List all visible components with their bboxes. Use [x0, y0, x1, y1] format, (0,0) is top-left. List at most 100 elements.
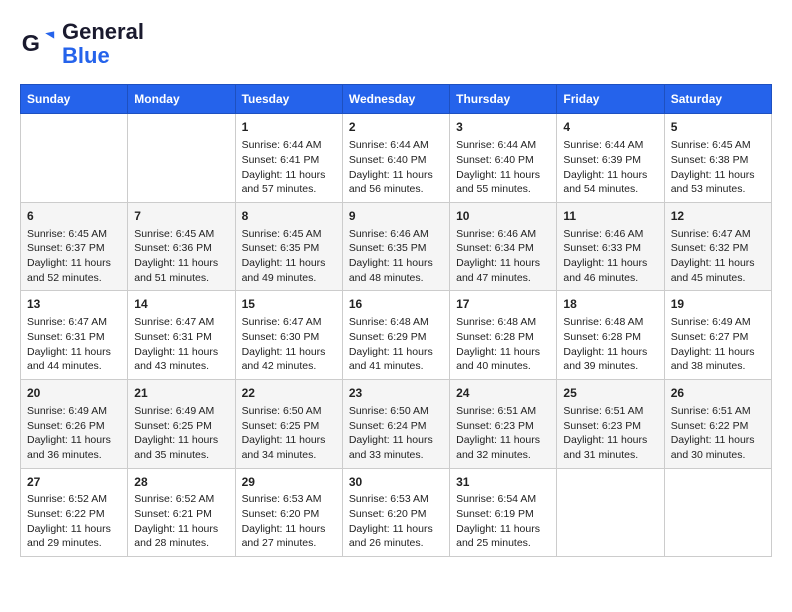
- day-number: 13: [27, 296, 121, 313]
- weekday-header: Thursday: [450, 85, 557, 114]
- calendar-cell: 10Sunrise: 6:46 AMSunset: 6:34 PMDayligh…: [450, 202, 557, 291]
- day-number: 30: [349, 474, 443, 491]
- calendar-week-row: 27Sunrise: 6:52 AMSunset: 6:22 PMDayligh…: [21, 468, 772, 557]
- cell-info: Daylight: 11 hours and 41 minutes.: [349, 345, 443, 374]
- calendar-cell: 9Sunrise: 6:46 AMSunset: 6:35 PMDaylight…: [342, 202, 449, 291]
- day-number: 7: [134, 208, 228, 225]
- cell-info: Daylight: 11 hours and 36 minutes.: [27, 433, 121, 462]
- cell-info: Daylight: 11 hours and 26 minutes.: [349, 522, 443, 551]
- day-number: 16: [349, 296, 443, 313]
- cell-info: Sunset: 6:20 PM: [349, 507, 443, 522]
- cell-info: Sunrise: 6:44 AM: [242, 138, 336, 153]
- calendar-cell: 18Sunrise: 6:48 AMSunset: 6:28 PMDayligh…: [557, 291, 664, 380]
- calendar-cell: 27Sunrise: 6:52 AMSunset: 6:22 PMDayligh…: [21, 468, 128, 557]
- weekday-header: Friday: [557, 85, 664, 114]
- day-number: 5: [671, 119, 765, 136]
- cell-info: Sunset: 6:27 PM: [671, 330, 765, 345]
- calendar-cell: 14Sunrise: 6:47 AMSunset: 6:31 PMDayligh…: [128, 291, 235, 380]
- cell-info: Sunset: 6:25 PM: [134, 419, 228, 434]
- cell-info: Sunset: 6:40 PM: [456, 153, 550, 168]
- cell-info: Sunrise: 6:44 AM: [456, 138, 550, 153]
- day-number: 6: [27, 208, 121, 225]
- day-number: 15: [242, 296, 336, 313]
- calendar-cell: 29Sunrise: 6:53 AMSunset: 6:20 PMDayligh…: [235, 468, 342, 557]
- cell-info: Sunset: 6:24 PM: [349, 419, 443, 434]
- calendar-cell: [664, 468, 771, 557]
- cell-info: Sunrise: 6:48 AM: [349, 315, 443, 330]
- calendar-cell: 23Sunrise: 6:50 AMSunset: 6:24 PMDayligh…: [342, 380, 449, 469]
- cell-info: Sunrise: 6:49 AM: [671, 315, 765, 330]
- day-number: 25: [563, 385, 657, 402]
- cell-info: Daylight: 11 hours and 48 minutes.: [349, 256, 443, 285]
- weekday-header: Saturday: [664, 85, 771, 114]
- cell-info: Sunset: 6:26 PM: [27, 419, 121, 434]
- cell-info: Sunrise: 6:48 AM: [456, 315, 550, 330]
- cell-info: Sunrise: 6:45 AM: [671, 138, 765, 153]
- calendar-cell: 19Sunrise: 6:49 AMSunset: 6:27 PMDayligh…: [664, 291, 771, 380]
- cell-info: Daylight: 11 hours and 29 minutes.: [27, 522, 121, 551]
- calendar-cell: 11Sunrise: 6:46 AMSunset: 6:33 PMDayligh…: [557, 202, 664, 291]
- cell-info: Daylight: 11 hours and 47 minutes.: [456, 256, 550, 285]
- cell-info: Sunrise: 6:44 AM: [349, 138, 443, 153]
- calendar-cell: 15Sunrise: 6:47 AMSunset: 6:30 PMDayligh…: [235, 291, 342, 380]
- calendar-cell: 2Sunrise: 6:44 AMSunset: 6:40 PMDaylight…: [342, 114, 449, 203]
- calendar-week-row: 20Sunrise: 6:49 AMSunset: 6:26 PMDayligh…: [21, 380, 772, 469]
- day-number: 3: [456, 119, 550, 136]
- cell-info: Sunset: 6:29 PM: [349, 330, 443, 345]
- calendar-cell: 20 Sunrise: 6:49 AMSunset: 6:26 PMDayligh…: [21, 380, 128, 469]
- cell-info: Sunrise: 6:53 AM: [242, 492, 336, 507]
- calendar-cell: 17Sunrise: 6:48 AMSunset: 6:28 PMDayligh…: [450, 291, 557, 380]
- calendar-week-row: 13Sunrise: 6:47 AMSunset: 6:31 PMDayligh…: [21, 291, 772, 380]
- day-number: 29: [242, 474, 336, 491]
- calendar-week-row: 1Sunrise: 6:44 AMSunset: 6:41 PMDaylight…: [21, 114, 772, 203]
- day-number: 12: [671, 208, 765, 225]
- cell-info: Daylight: 11 hours and 54 minutes.: [563, 168, 657, 197]
- calendar-cell: 8Sunrise: 6:45 AMSunset: 6:35 PMDaylight…: [235, 202, 342, 291]
- cell-info: Sunset: 6:33 PM: [563, 241, 657, 256]
- calendar-cell: 26Sunrise: 6:51 AMSunset: 6:22 PMDayligh…: [664, 380, 771, 469]
- cell-info: Sunrise: 6:48 AM: [563, 315, 657, 330]
- cell-info: Daylight: 11 hours and 40 minutes.: [456, 345, 550, 374]
- day-number: 14: [134, 296, 228, 313]
- day-number: 1: [242, 119, 336, 136]
- cell-info: Sunrise: 6:50 AM: [242, 404, 336, 419]
- calendar-table: SundayMondayTuesdayWednesdayThursdayFrid…: [20, 84, 772, 557]
- cell-info: Sunset: 6:21 PM: [134, 507, 228, 522]
- cell-info: Sunset: 6:38 PM: [671, 153, 765, 168]
- cell-info: Daylight: 11 hours and 52 minutes.: [27, 256, 121, 285]
- cell-info: Sunrise: 6:49 AM: [27, 404, 121, 419]
- cell-info: Sunrise: 6:47 AM: [242, 315, 336, 330]
- calendar-week-row: 6Sunrise: 6:45 AMSunset: 6:37 PMDaylight…: [21, 202, 772, 291]
- cell-info: Sunset: 6:41 PM: [242, 153, 336, 168]
- cell-info: Sunset: 6:23 PM: [456, 419, 550, 434]
- calendar-cell: 21Sunrise: 6:49 AMSunset: 6:25 PMDayligh…: [128, 380, 235, 469]
- cell-info: Sunset: 6:22 PM: [27, 507, 121, 522]
- day-number: 20: [27, 385, 121, 402]
- cell-info: Sunset: 6:40 PM: [349, 153, 443, 168]
- day-number: 21: [134, 385, 228, 402]
- cell-info: Sunset: 6:22 PM: [671, 419, 765, 434]
- calendar-cell: [128, 114, 235, 203]
- svg-text:G: G: [22, 30, 40, 56]
- cell-info: Sunset: 6:35 PM: [349, 241, 443, 256]
- cell-info: Daylight: 11 hours and 33 minutes.: [349, 433, 443, 462]
- calendar-cell: [21, 114, 128, 203]
- cell-info: Sunset: 6:28 PM: [456, 330, 550, 345]
- cell-info: Daylight: 11 hours and 35 minutes.: [134, 433, 228, 462]
- calendar-cell: 7Sunrise: 6:45 AMSunset: 6:36 PMDaylight…: [128, 202, 235, 291]
- cell-info: Sunrise: 6:45 AM: [242, 227, 336, 242]
- logo-text: General Blue: [62, 20, 144, 68]
- calendar-cell: 25Sunrise: 6:51 AMSunset: 6:23 PMDayligh…: [557, 380, 664, 469]
- day-number: 22: [242, 385, 336, 402]
- cell-info: Sunset: 6:23 PM: [563, 419, 657, 434]
- calendar-body: 1Sunrise: 6:44 AMSunset: 6:41 PMDaylight…: [21, 114, 772, 557]
- day-number: 31: [456, 474, 550, 491]
- cell-info: Daylight: 11 hours and 55 minutes.: [456, 168, 550, 197]
- cell-info: Daylight: 11 hours and 44 minutes.: [27, 345, 121, 374]
- day-number: 2: [349, 119, 443, 136]
- cell-info: Sunrise: 6:51 AM: [671, 404, 765, 419]
- cell-info: Daylight: 11 hours and 51 minutes.: [134, 256, 228, 285]
- cell-info: Daylight: 11 hours and 49 minutes.: [242, 256, 336, 285]
- cell-info: Sunset: 6:19 PM: [456, 507, 550, 522]
- cell-info: Sunset: 6:25 PM: [242, 419, 336, 434]
